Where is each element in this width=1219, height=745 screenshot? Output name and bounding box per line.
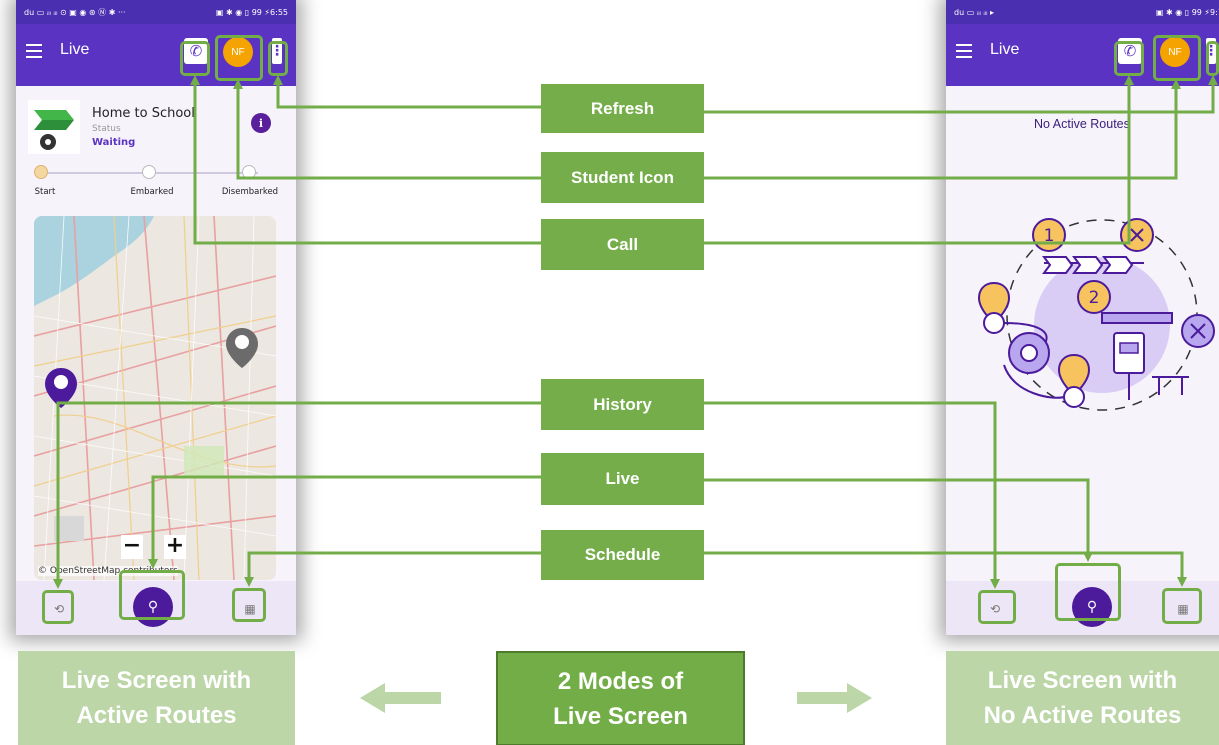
wire-live-left [148, 475, 541, 569]
wire-refresh-right [704, 75, 1218, 114]
caption-right-line2: No Active Routes [983, 702, 1182, 729]
caption-right-line1: Live Screen with [987, 667, 1178, 694]
wire-call-left [190, 75, 541, 245]
wire-refresh-left [273, 75, 541, 109]
wire-history-left [53, 401, 541, 589]
wire-history-right [704, 401, 1000, 589]
wire-schedule-right [704, 551, 1187, 587]
caption-active-routes: Live Screen with Active Routes [18, 651, 295, 745]
caption-no-active-routes: Live Screen with No Active Routes [946, 651, 1219, 745]
caption-center-line2: Live Screen [553, 702, 688, 730]
label-call: Call [541, 219, 704, 270]
wire-live-right [704, 478, 1093, 562]
caption-left-line2: Active Routes [76, 702, 237, 729]
wire-schedule-left [244, 551, 541, 587]
wire-student-right [704, 79, 1181, 180]
arrow-left [360, 683, 441, 713]
diagram-canvas: du ▭ ᵢₗₗ ᵢₗₗ ⊙ ▣ ◉ ⊛ Ⓝ ✱ ··· ▣ ✱ ◉ ▯ 99 … [0, 0, 1219, 745]
caption-two-modes: 2 Modes of Live Screen [496, 651, 745, 745]
label-live: Live [541, 453, 704, 505]
label-student-icon: Student Icon [541, 152, 704, 203]
arrow-right [797, 683, 872, 713]
caption-center-line1: 2 Modes of [557, 667, 684, 695]
label-refresh: Refresh [541, 84, 704, 133]
wire-student-left [233, 79, 541, 180]
label-schedule: Schedule [541, 530, 704, 580]
label-history: History [541, 379, 704, 430]
wire-call-right [704, 75, 1134, 245]
caption-left-line1: Live Screen with [61, 667, 252, 694]
